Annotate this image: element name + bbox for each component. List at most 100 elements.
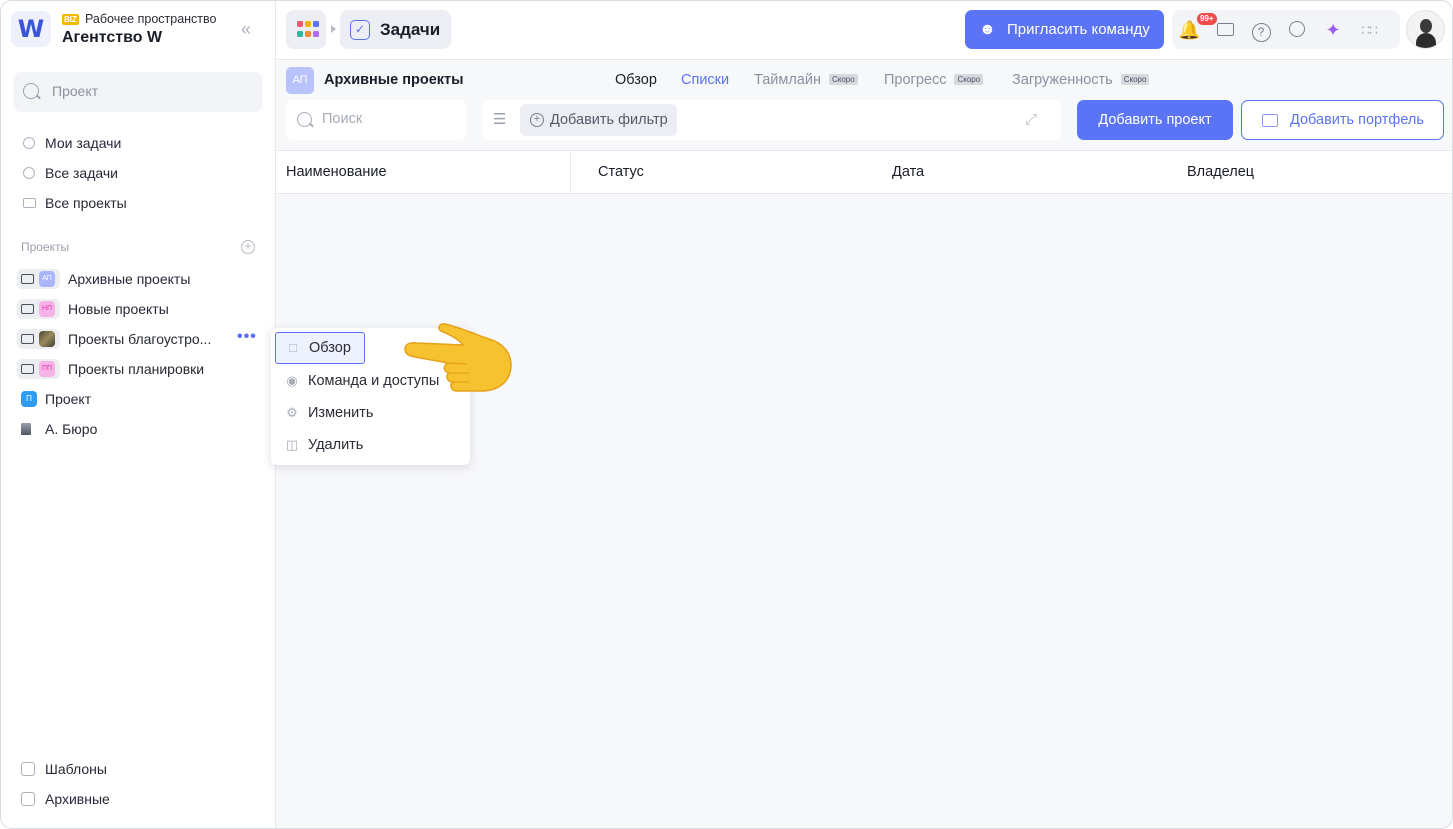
column-header-status[interactable]: Статус [598, 164, 644, 180]
tab-lists[interactable]: Списки [681, 72, 729, 88]
check-circle-icon [21, 165, 37, 181]
menu-item-label: Удалить [308, 437, 364, 453]
add-project-button[interactable]: Добавить проект [1077, 100, 1233, 140]
soon-badge: Скоро [828, 74, 858, 85]
project-tag: П [21, 391, 37, 407]
add-user-icon: ☻ [979, 20, 996, 38]
sidebar: W BIZ Рабочее пространство Агентство W «… [1, 1, 276, 828]
trash-icon: ◫ [285, 437, 299, 452]
help-icon[interactable]: ? [1250, 19, 1272, 42]
folder-icon[interactable] [1214, 19, 1236, 41]
menu-item-label: Обзор [309, 340, 351, 356]
tab-progress[interactable]: Прогресс Скоро [884, 72, 984, 88]
add-filter-button[interactable]: + Добавить фильтр [520, 104, 677, 136]
top-bar: ✓ Задачи ☻ Пригласить команду 🔔 99+ ? ✦ … [276, 1, 1452, 60]
invite-team-button[interactable]: ☻ Пригласить команду [965, 10, 1164, 49]
collapse-sidebar-icon[interactable]: « [241, 20, 259, 39]
archive-icon [21, 792, 35, 806]
sidebar-project-single[interactable]: П Проект [21, 388, 91, 410]
more-options-icon[interactable]: ••• [237, 329, 257, 345]
checkbox-icon: ✓ [350, 19, 370, 40]
add-filter-label: Добавить фильтр [550, 112, 668, 128]
projects-section-label: Проекты [21, 240, 70, 254]
workspace-switcher[interactable]: W BIZ Рабочее пространство Агентство W « [11, 11, 271, 51]
column-divider [570, 151, 571, 194]
soon-badge: Скоро [954, 74, 984, 85]
search-placeholder: Поиск [322, 111, 363, 127]
menu-item-delete[interactable]: ◫ Удалить [275, 429, 466, 461]
sidebar-search-placeholder: Проект [52, 83, 99, 99]
project-tag: АП [39, 271, 55, 287]
sidebar-project-label: Проект [45, 391, 92, 407]
workspace-name: Агентство W [62, 29, 163, 46]
filter-bar: ☰ + Добавить фильтр ⤢ [482, 100, 1061, 140]
table-header: Наименование Статус Дата Владелец [276, 151, 1452, 194]
check-circle-icon [21, 135, 37, 151]
sidebar-search-input[interactable]: Проект [13, 72, 263, 112]
bell-icon[interactable]: 🔔 [1178, 19, 1200, 41]
sidebar-item-all-tasks[interactable]: Все задачи [21, 162, 118, 184]
pointing-hand-icon [404, 323, 512, 392]
sidebar-item-archive[interactable]: Архивные [21, 788, 110, 810]
page-icon: □ [289, 340, 297, 355]
building-icon [21, 423, 31, 435]
folder-icon [21, 274, 34, 284]
sliders-icon[interactable]: ☰ [493, 111, 511, 129]
soon-badge: Скоро [1120, 74, 1150, 85]
sidebar-project-label: Новые проекты [68, 301, 169, 317]
sidebar-project-planning[interactable]: ПП Проекты планировки [17, 358, 204, 380]
menu-item-overview[interactable]: □ Обзор [275, 332, 365, 364]
breadcrumb-tasks[interactable]: ✓ Задачи [340, 10, 451, 49]
sidebar-item-label: Все задачи [45, 165, 118, 181]
project-badge: АП [286, 67, 314, 94]
workspace-subtitle: Рабочее пространство [85, 12, 217, 26]
toolbar-icons: 🔔 99+ ? ✦ ∷∷ [1172, 10, 1400, 49]
column-header-name[interactable]: Наименование [286, 164, 387, 180]
project-thumbnail [39, 331, 55, 347]
sidebar-item-label: Мои задачи [45, 135, 122, 151]
sidebar-item-all-projects[interactable]: Все проекты [21, 192, 127, 214]
sidebar-project-bureau[interactable]: А. Бюро [21, 418, 97, 440]
sparkle-ai-icon[interactable]: ✦ [1322, 19, 1344, 41]
plus-circle-icon: + [530, 113, 544, 127]
project-title: Архивные проекты [324, 72, 464, 88]
workspace-logo: W [11, 11, 51, 47]
search-icon [297, 112, 312, 127]
column-header-date[interactable]: Дата [892, 164, 924, 180]
sidebar-project-label: Проекты планировки [68, 361, 205, 377]
project-tag: НП [39, 301, 55, 317]
apps-grid-button[interactable] [286, 10, 326, 49]
folder-icon [21, 334, 34, 344]
menu-item-label: Изменить [308, 405, 374, 421]
folder-icon [1262, 113, 1278, 127]
sidebar-item-my-tasks[interactable]: Мои задачи [21, 132, 121, 154]
invite-label: Пригласить команду [1007, 21, 1150, 38]
user-avatar[interactable] [1406, 10, 1445, 49]
apps-dots-icon[interactable]: ∷∷ [1358, 19, 1380, 41]
expand-icon[interactable]: ⤢ [1025, 111, 1043, 129]
project-header: АП Архивные проекты Обзор Списки Таймлай… [276, 61, 1452, 151]
sidebar-project-archive[interactable]: АП Архивные проекты [17, 268, 190, 290]
column-header-owner[interactable]: Владелец [1187, 164, 1254, 180]
gear-icon: ⚙ [286, 405, 298, 420]
sidebar-project-new[interactable]: НП Новые проекты [17, 298, 169, 320]
sidebar-item-label: Архивные [45, 791, 110, 807]
sidebar-item-label: Все проекты [45, 195, 127, 211]
sidebar-item-label: Шаблоны [45, 761, 107, 777]
sidebar-project-label: А. Бюро [45, 421, 98, 437]
sidebar-project-label: Проекты благоустро... [68, 331, 212, 347]
folder-icon [21, 304, 34, 314]
search-input[interactable]: Поиск [286, 100, 466, 140]
folder-icon [21, 364, 34, 374]
tab-workload[interactable]: Загруженность Скоро [1012, 72, 1150, 88]
add-project-icon[interactable]: + [241, 240, 255, 254]
sidebar-item-templates[interactable]: Шаблоны [21, 758, 107, 780]
add-portfolio-button[interactable]: Добавить портфель [1241, 100, 1444, 140]
tab-timeline[interactable]: Таймлайн Скоро [754, 72, 858, 88]
add-portfolio-label: Добавить портфель [1290, 112, 1424, 128]
breadcrumb-label: Задачи [380, 19, 441, 39]
menu-item-edit[interactable]: ⚙ Изменить [275, 397, 466, 429]
sidebar-project-landscaping[interactable]: Проекты благоустро... ••• [17, 328, 267, 350]
tab-overview[interactable]: Обзор [615, 72, 657, 88]
search-icon[interactable] [1286, 19, 1308, 41]
